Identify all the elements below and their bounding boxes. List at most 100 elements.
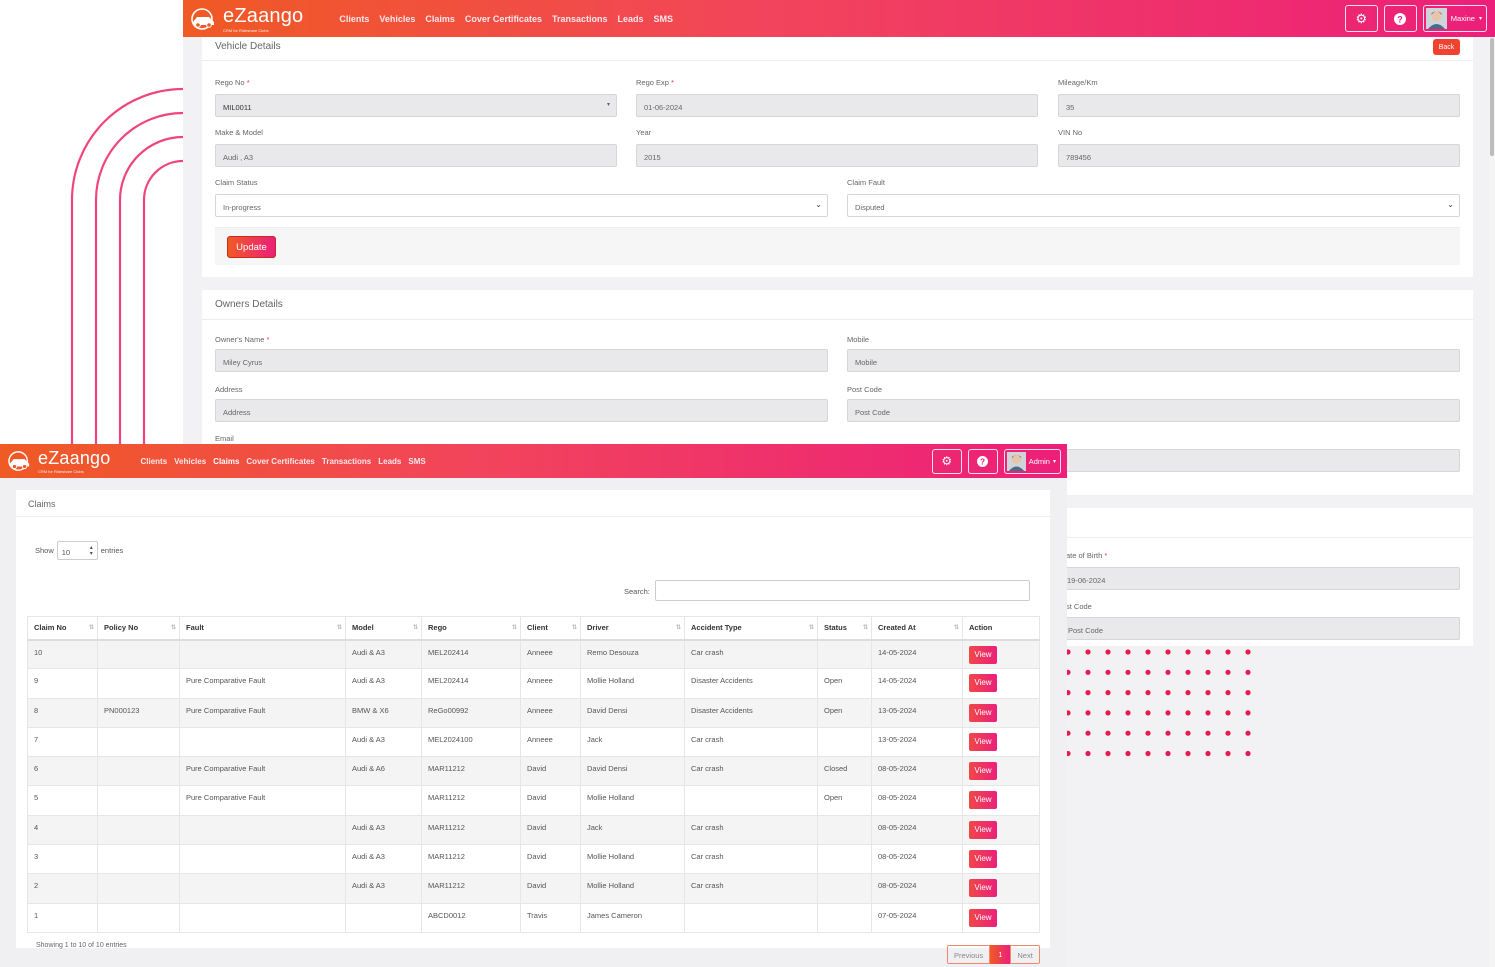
nav-transactions[interactable]: Transactions <box>552 14 608 24</box>
column-header-client[interactable]: Client ⇅ <box>520 616 581 641</box>
nav-clients[interactable]: Clients <box>339 14 369 24</box>
sort-icon: ⇅ <box>336 625 342 631</box>
decorative-dots <box>1065 649 1251 757</box>
view-button[interactable]: View <box>969 908 997 927</box>
column-header-fault[interactable]: Fault ⇅ <box>179 616 346 641</box>
nav-vehicles[interactable]: Vehicles <box>174 457 206 466</box>
nav-cover-certificates[interactable]: Cover Certificates <box>465 14 542 24</box>
cell-client: Anneee <box>520 668 581 699</box>
cell-created-at: 13-05-2024 <box>871 726 963 758</box>
help-button[interactable]: ? <box>1383 5 1417 32</box>
column-header-driver[interactable]: Driver ⇅ <box>580 616 685 641</box>
page-1-button[interactable]: 1 <box>990 945 1011 964</box>
brand-name: eZaango <box>223 4 304 27</box>
view-button[interactable]: View <box>969 791 997 810</box>
claim-status-select[interactable]: In-progress ⌄ <box>215 194 828 217</box>
cell-status <box>817 726 872 758</box>
cell-action: View <box>962 844 1040 875</box>
search-input[interactable] <box>655 580 1030 601</box>
view-button[interactable]: View <box>969 850 997 869</box>
scrollbar-track[interactable] <box>1489 37 1495 967</box>
claim-fault-select[interactable]: Disputed ⌄ <box>847 194 1460 217</box>
next-button[interactable]: Next <box>1010 945 1040 964</box>
rego-exp-input[interactable]: 01-06-2024 <box>636 94 1038 117</box>
nav-sms[interactable]: SMS <box>408 457 425 466</box>
caret-down-icon: ▾ <box>1052 458 1056 465</box>
mileage-input[interactable]: 35 <box>1058 94 1460 117</box>
update-button[interactable]: Update <box>227 236 276 258</box>
cell-rego: MAR11212 <box>421 814 521 846</box>
claim-fault-label: Claim Fault <box>847 178 885 187</box>
entries-select[interactable]: 10 ▴ ▾ <box>56 541 98 560</box>
user-menu[interactable]: Maxine ▾ <box>1422 5 1487 32</box>
table-row: 2 Audi & A3 MAR11212 David Mollie Holland Car… <box>27 873 1040 904</box>
vin-input[interactable]: 789456 <box>1058 144 1460 167</box>
nav-sms[interactable]: SMS <box>654 14 674 24</box>
column-header-claim-no[interactable]: Claim No ⇅ <box>27 616 98 641</box>
nav-leads[interactable]: Leads <box>618 14 644 24</box>
view-button[interactable]: View <box>969 732 997 751</box>
cell-model <box>345 785 422 816</box>
mobile-input[interactable]: Mobile <box>847 349 1460 372</box>
view-button[interactable]: View <box>969 879 997 898</box>
post-code-input[interactable]: Post Code <box>847 399 1460 422</box>
address-input[interactable]: Address <box>215 399 828 422</box>
owners-details-title: Owners Details <box>215 299 283 310</box>
dob-input[interactable]: 19-06-2024 <box>1058 567 1460 590</box>
cell-driver: Mollie Holland <box>580 785 685 816</box>
scrollbar-thumb[interactable] <box>1490 38 1494 156</box>
divider <box>16 516 1050 517</box>
driver-post-code-input[interactable]: Post Code <box>1058 617 1460 640</box>
cell-policy-no <box>97 638 180 670</box>
nav-vehicles[interactable]: Vehicles <box>379 14 415 24</box>
cell-status: Open <box>817 697 872 728</box>
make-model-input[interactable]: Audi , A3 <box>215 144 617 167</box>
nav-transactions[interactable]: Transactions <box>322 457 371 466</box>
column-header-model[interactable]: Model ⇅ <box>345 616 422 641</box>
cell-claim-no: 1 <box>27 902 98 933</box>
back-button[interactable]: Back <box>1433 39 1460 55</box>
view-button[interactable]: View <box>969 674 997 693</box>
pagination: Previous 1 Next <box>947 945 1040 964</box>
owner-name-input[interactable]: Miley Cyrus <box>215 349 828 372</box>
brand-logo[interactable]: eZaango CRM for Rideshare Clubs <box>6 448 110 474</box>
user-menu[interactable]: Admin ▾ <box>1003 448 1061 474</box>
cell-claim-no: 8 <box>27 697 98 728</box>
column-header-rego[interactable]: Rego ⇅ <box>421 616 521 641</box>
cell-rego: ABCD0012 <box>421 902 521 933</box>
cell-created-at: 08-05-2024 <box>871 785 963 816</box>
rego-no-select[interactable]: MIL0011 ▾ <box>215 94 617 117</box>
column-header-status[interactable]: Status ⇅ <box>817 616 872 641</box>
view-button[interactable]: View <box>969 820 997 839</box>
sort-arrows-icon: ▴ ▾ <box>89 545 93 557</box>
nav-claims[interactable]: Claims <box>425 14 455 24</box>
cell-policy-no <box>97 873 180 904</box>
column-header-created-at[interactable]: Created At ⇅ <box>871 616 963 641</box>
year-input[interactable]: 2015 <box>636 144 1038 167</box>
previous-button[interactable]: Previous <box>947 945 991 964</box>
nav-claims[interactable]: Claims <box>213 457 239 466</box>
settings-button[interactable]: ⚙ <box>1344 5 1378 32</box>
column-header-accident-type[interactable]: Accident Type ⇅ <box>684 616 818 641</box>
nav-leads[interactable]: Leads <box>378 457 401 466</box>
sort-icon: ⇅ <box>511 625 517 631</box>
view-button[interactable]: View <box>969 703 997 722</box>
claims-window: eZaango CRM for Rideshare Clubs Clients … <box>0 444 1067 967</box>
cell-claim-no: 3 <box>27 844 98 875</box>
nav-clients[interactable]: Clients <box>140 457 167 466</box>
brand-tagline: CRM for Rideshare Clubs <box>38 469 84 474</box>
cell-claim-no: 6 <box>27 756 98 787</box>
svg-text:?: ? <box>1398 14 1404 24</box>
divider <box>202 319 1473 320</box>
email-label: Email <box>215 434 234 443</box>
help-button[interactable]: ? <box>967 448 998 474</box>
brand-tagline: CRM for Rideshare Clubs <box>223 27 269 33</box>
view-button[interactable]: View <box>969 762 997 781</box>
column-header-policy-no[interactable]: Policy No ⇅ <box>97 616 180 641</box>
settings-button[interactable]: ⚙ <box>931 448 962 474</box>
brand-logo[interactable]: eZaango CRM for Rideshare Clubs <box>189 5 303 33</box>
view-button[interactable]: View <box>969 645 997 664</box>
cell-client: Anneee <box>520 697 581 728</box>
nav-cover-certificates[interactable]: Cover Certificates <box>246 457 314 466</box>
sort-icon: ⇅ <box>170 625 176 631</box>
